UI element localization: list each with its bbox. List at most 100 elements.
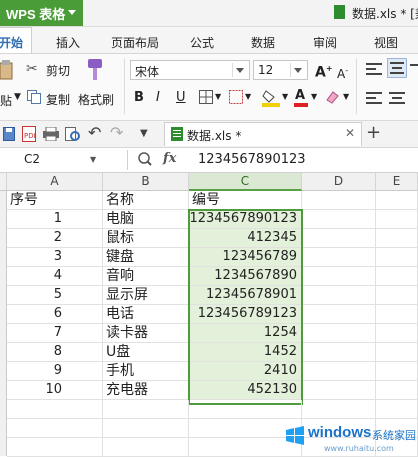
empty-cell[interactable] <box>7 419 103 438</box>
empty-cell[interactable] <box>376 191 418 210</box>
cell-name[interactable]: 电脑 <box>103 210 189 229</box>
decrease-font-icon[interactable]: A- <box>337 63 348 82</box>
empty-cell[interactable] <box>376 305 418 324</box>
header-cell-index[interactable]: 序号 <box>7 191 103 210</box>
empty-cell[interactable] <box>302 286 376 305</box>
chevron-down-icon[interactable]: ▼ <box>282 92 288 101</box>
empty-cell[interactable] <box>302 191 376 210</box>
cell-name[interactable]: 键盘 <box>103 248 189 267</box>
save-icon[interactable] <box>3 127 15 141</box>
empty-cell[interactable] <box>302 381 376 400</box>
undo-icon[interactable]: ↶ <box>88 125 101 141</box>
column-header-d[interactable]: D <box>302 173 376 191</box>
chevron-down-icon[interactable]: ▼ <box>215 92 221 101</box>
column-header-b[interactable]: B <box>103 173 189 191</box>
print-preview-icon[interactable] <box>65 127 81 141</box>
font-name-select[interactable]: 宋体 <box>130 60 250 80</box>
empty-cell[interactable] <box>302 210 376 229</box>
empty-cell[interactable] <box>103 419 189 438</box>
tab-review[interactable]: 审阅 <box>313 34 337 51</box>
cell-name[interactable]: 音响 <box>103 267 189 286</box>
cell-code[interactable]: 12345678901 <box>189 286 302 305</box>
header-cell-code[interactable]: 编号 <box>189 191 302 210</box>
bold-button[interactable]: B <box>134 90 144 105</box>
tab-page-layout[interactable]: 页面布局 <box>111 34 159 51</box>
cell-code[interactable]: 1452 <box>189 343 302 362</box>
cell-code[interactable]: 412345 <box>189 229 302 248</box>
cell-code[interactable]: 123456789123 <box>189 305 302 324</box>
print-icon[interactable] <box>43 127 59 141</box>
empty-cell[interactable] <box>302 343 376 362</box>
cell-index[interactable]: 9 <box>7 362 103 381</box>
scissors-icon[interactable]: ✂ <box>26 61 38 77</box>
header-cell-name[interactable]: 名称 <box>103 191 189 210</box>
formula-input[interactable]: 1234567890123 <box>190 150 418 170</box>
empty-cell[interactable] <box>376 210 418 229</box>
wps-menu-button[interactable]: WPS 表格 <box>0 0 83 26</box>
empty-cell[interactable] <box>103 400 189 419</box>
empty-cell[interactable] <box>376 362 418 381</box>
paste-icon[interactable] <box>0 60 14 82</box>
name-box[interactable]: C2 ▼ <box>0 150 128 170</box>
align-text-center-icon[interactable] <box>389 92 405 104</box>
cell-index[interactable]: 6 <box>7 305 103 324</box>
file-tab[interactable]: 数据.xls * ✕ <box>164 122 362 146</box>
empty-cell[interactable] <box>376 343 418 362</box>
empty-cell[interactable] <box>376 267 418 286</box>
borders-icon[interactable] <box>199 90 213 104</box>
chevron-down-icon[interactable]: ▼ <box>311 92 317 101</box>
redo-icon[interactable]: ↷ <box>110 125 123 141</box>
cut-button[interactable]: 剪切 <box>46 62 70 79</box>
cell-code[interactable]: 123456789 <box>189 248 302 267</box>
empty-cell[interactable] <box>376 400 418 419</box>
customize-toolbar-icon[interactable]: ▼ <box>140 126 148 142</box>
empty-cell[interactable] <box>302 362 376 381</box>
tab-data[interactable]: 数据 <box>251 34 275 51</box>
align-text-left-icon[interactable] <box>366 92 382 104</box>
format-painter-button[interactable]: 格式刷 <box>78 91 114 108</box>
align-middle-button[interactable] <box>387 58 407 78</box>
copy-button[interactable]: 复制 <box>46 91 70 108</box>
export-pdf-icon[interactable]: PDF <box>22 126 36 142</box>
cell-code[interactable]: 1254 <box>189 324 302 343</box>
cell-name[interactable]: U盘 <box>103 343 189 362</box>
spreadsheet-grid[interactable]: A B C D E 序号 名称 编号 1 电脑 1234567890123 2 鼠标 41… <box>0 173 418 457</box>
empty-cell[interactable] <box>302 229 376 248</box>
empty-cell[interactable] <box>7 438 103 457</box>
empty-cell[interactable] <box>7 400 103 419</box>
empty-cell[interactable] <box>302 248 376 267</box>
chevron-down-icon[interactable]: ▼ <box>90 155 96 164</box>
cell-index[interactable]: 1 <box>7 210 103 229</box>
font-color-icon[interactable]: A <box>294 88 308 108</box>
column-header-a[interactable]: A <box>7 173 103 191</box>
chevron-down-icon[interactable]: ▼ <box>245 92 251 101</box>
close-tab-icon[interactable]: ✕ <box>345 126 355 140</box>
cell-index[interactable]: 10 <box>7 381 103 400</box>
select-all-corner[interactable] <box>0 173 7 191</box>
empty-cell[interactable] <box>103 438 189 457</box>
empty-cell[interactable] <box>376 286 418 305</box>
new-tab-icon[interactable]: + <box>366 122 381 143</box>
cell-name[interactable]: 显示屏 <box>103 286 189 305</box>
empty-cell[interactable] <box>376 248 418 267</box>
copy-icon[interactable] <box>27 90 41 104</box>
align-left-top-icon[interactable] <box>366 62 382 76</box>
cell-index[interactable]: 7 <box>7 324 103 343</box>
format-painter-icon[interactable] <box>84 58 106 82</box>
tab-formulas[interactable]: 公式 <box>190 34 214 51</box>
fx-button[interactable]: fx <box>163 151 176 166</box>
cell-name[interactable]: 读卡器 <box>103 324 189 343</box>
underline-button[interactable]: U <box>176 90 186 105</box>
merge-cells-icon[interactable] <box>229 90 243 104</box>
empty-cell[interactable] <box>189 400 302 419</box>
paste-dropdown-icon[interactable]: ▼ <box>14 92 21 102</box>
empty-cell[interactable] <box>302 267 376 286</box>
empty-cell[interactable] <box>376 324 418 343</box>
italic-button[interactable]: I <box>156 90 160 105</box>
empty-cell[interactable] <box>302 400 376 419</box>
fill-color-icon[interactable] <box>262 89 280 107</box>
cell-code[interactable]: 452130 <box>189 381 302 400</box>
cell-index[interactable]: 3 <box>7 248 103 267</box>
empty-cell[interactable] <box>376 229 418 248</box>
font-size-select[interactable]: 12 <box>253 60 308 80</box>
